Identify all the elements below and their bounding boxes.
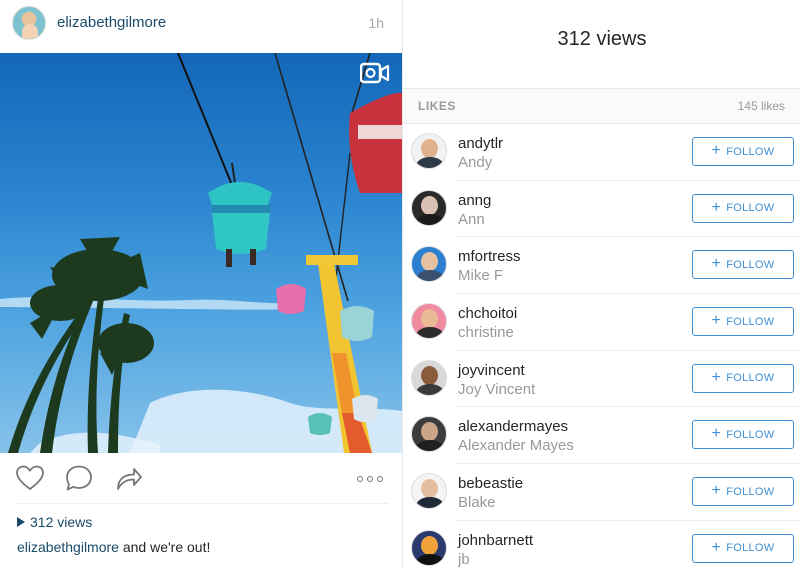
avatar-face: [421, 535, 438, 555]
views-count-label: 312 views: [30, 514, 93, 530]
list-item: chchoitoi christine + FOLLOW: [403, 294, 800, 351]
likers-list: andytlr Andy + FOLLOW anng Ann + FOLLOW …: [403, 124, 800, 569]
list-item: anng Ann + FOLLOW: [403, 181, 800, 238]
plus-icon: +: [711, 255, 722, 273]
views-count-link[interactable]: 312 views: [17, 514, 92, 530]
avatar-face: [421, 422, 438, 442]
avatar-face: [421, 195, 438, 215]
user-username[interactable]: chchoitoi: [458, 305, 517, 322]
user-full-name: Ann: [458, 210, 485, 228]
list-item: alexandermayes Alexander Mayes + FOLLOW: [403, 407, 800, 464]
plus-icon: +: [711, 368, 722, 386]
follow-label: FOLLOW: [726, 485, 775, 498]
user-avatar[interactable]: [411, 416, 447, 453]
plus-icon: +: [711, 482, 722, 500]
video-camera-icon: [360, 62, 390, 84]
user-username[interactable]: andytlr: [458, 135, 503, 152]
avatar-body: [416, 383, 444, 395]
follow-label: FOLLOW: [726, 315, 775, 328]
user-avatar[interactable]: [411, 189, 447, 226]
follow-label: FOLLOW: [726, 542, 775, 555]
follow-button[interactable]: + FOLLOW: [692, 250, 794, 280]
follow-button[interactable]: + FOLLOW: [692, 363, 794, 393]
user-avatar[interactable]: [411, 529, 447, 566]
heart-icon[interactable]: [14, 462, 46, 494]
user-full-name: christine: [458, 324, 514, 342]
more-dots-icon[interactable]: [357, 473, 389, 485]
post-header: elizabethgilmore 1h: [0, 0, 402, 52]
list-item: bebeastie Blake + FOLLOW: [403, 464, 800, 521]
plus-icon: +: [711, 425, 722, 443]
user-username[interactable]: johnbarnett: [458, 532, 533, 549]
caption-username[interactable]: elizabethgilmore: [17, 539, 119, 555]
user-full-name: jb: [458, 550, 470, 568]
comment-bubble-icon[interactable]: [63, 462, 95, 494]
avatar-body: [416, 157, 444, 168]
user-full-name: Andy: [458, 154, 493, 171]
caption-text: and we're out!: [118, 539, 211, 555]
user-avatar[interactable]: [411, 303, 447, 340]
likes-count: 145 likes: [737, 99, 785, 113]
views-title: 312 views: [557, 28, 647, 50]
play-triangle-icon: [17, 517, 25, 527]
user-username[interactable]: alexandermayes: [458, 418, 568, 435]
follow-label: FOLLOW: [726, 258, 775, 271]
likes-panel: 312 views LIKES 145 likes andytlr Andy +…: [402, 0, 800, 569]
post-caption: elizabethgilmore and we're out!: [17, 539, 210, 555]
plus-icon: +: [711, 142, 722, 159]
follow-button[interactable]: + FOLLOW: [692, 193, 794, 223]
plus-icon: +: [711, 312, 722, 330]
user-full-name: Joy Vincent: [458, 380, 536, 398]
avatar-body: [416, 327, 444, 339]
avatar-face: [421, 479, 438, 499]
user-username[interactable]: bebeastie: [458, 475, 523, 492]
list-item: mfortress Mike F + FOLLOW: [403, 237, 800, 294]
avatar-face: [421, 252, 438, 272]
plus-icon: +: [711, 538, 722, 556]
follow-button[interactable]: + FOLLOW: [692, 420, 794, 450]
list-item: joyvincent Joy Vincent + FOLLOW: [403, 351, 800, 408]
post-actions: [0, 462, 402, 498]
avatar-body: [416, 553, 444, 565]
follow-label: FOLLOW: [726, 202, 775, 215]
avatar-face: [421, 365, 438, 385]
follow-label: FOLLOW: [726, 372, 775, 385]
user-full-name: Mike F: [458, 267, 503, 285]
follow-label: FOLLOW: [726, 145, 775, 158]
avatar-body: [416, 270, 444, 282]
avatar-face: [421, 139, 438, 158]
follow-button[interactable]: + FOLLOW: [692, 137, 794, 166]
follow-button[interactable]: + FOLLOW: [692, 533, 794, 563]
post-photo[interactable]: [0, 53, 402, 453]
user-username[interactable]: joyvincent: [458, 362, 525, 379]
user-full-name: Blake: [458, 494, 496, 512]
user-avatar[interactable]: [411, 359, 447, 396]
share-arrow-icon[interactable]: [112, 462, 144, 494]
user-avatar[interactable]: [411, 246, 447, 283]
list-item: andytlr Andy + FOLLOW: [403, 124, 800, 181]
avatar-body: [416, 440, 444, 452]
user-username[interactable]: mfortress: [458, 248, 521, 265]
user-avatar[interactable]: [411, 473, 447, 510]
plus-icon: +: [711, 198, 722, 216]
divider: [14, 503, 388, 504]
user-avatar[interactable]: [411, 133, 447, 169]
post-panel: elizabethgilmore 1h 312 views elizabethg…: [0, 0, 402, 569]
likes-section-header: LIKES 145 likes: [403, 88, 800, 124]
likes-label: LIKES: [418, 99, 456, 113]
follow-label: FOLLOW: [726, 428, 775, 441]
list-item: johnbarnett jb + FOLLOW: [403, 521, 800, 569]
avatar-face: [421, 309, 438, 329]
post-author-avatar[interactable]: [12, 6, 46, 40]
avatar-body: [416, 497, 444, 509]
post-timestamp: 1h: [368, 15, 384, 31]
follow-button[interactable]: + FOLLOW: [692, 307, 794, 337]
photo-scene: [0, 53, 402, 453]
post-author-username[interactable]: elizabethgilmore: [57, 14, 166, 31]
avatar-body: [416, 213, 444, 225]
user-full-name: Alexander Mayes: [458, 437, 574, 455]
follow-button[interactable]: + FOLLOW: [692, 477, 794, 507]
user-username[interactable]: anng: [458, 192, 491, 209]
